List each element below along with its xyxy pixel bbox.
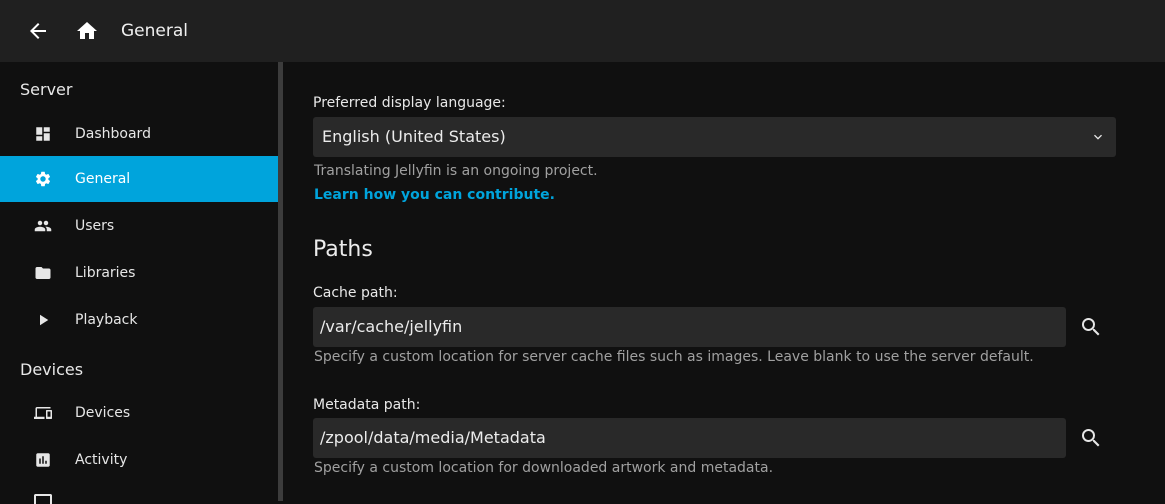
cache-path-label: Cache path: [313, 285, 398, 301]
main-content: Preferred display language: English (Uni… [283, 62, 1165, 501]
sidebar-item-label: Dashboard [75, 126, 151, 142]
people-icon [34, 217, 52, 235]
cache-path-input[interactable]: /var/cache/jellyfin [313, 307, 1066, 347]
language-select[interactable]: English (United States) [313, 117, 1116, 157]
folder-icon [34, 264, 52, 282]
dashboard-icon [34, 125, 52, 143]
metadata-path-browse-button[interactable] [1079, 426, 1103, 450]
sidebar-item-label: Devices [75, 405, 131, 421]
paths-heading: Paths [313, 237, 373, 262]
sidebar-item-label: Playback [75, 312, 138, 328]
metadata-path-input[interactable]: /zpool/data/media/Metadata [313, 418, 1066, 458]
language-help-text: Translating Jellyfin is an ongoing proje… [314, 163, 598, 179]
home-button[interactable] [75, 19, 99, 43]
sidebar-item-label: General [75, 171, 131, 187]
sidebar-item-users[interactable]: Users [0, 203, 278, 249]
cache-path-browse-button[interactable] [1079, 315, 1103, 339]
language-select-value: English (United States) [322, 127, 506, 146]
sidebar-section-devices: Devices [20, 360, 84, 379]
gear-icon [34, 170, 52, 188]
search-icon [1082, 318, 1100, 336]
metadata-path-label: Metadata path: [313, 397, 421, 413]
sidebar-item-devices[interactable]: Devices [0, 390, 278, 436]
cache-path-value: /var/cache/jellyfin [320, 317, 463, 336]
search-icon [1082, 429, 1100, 447]
contribute-link[interactable]: Learn how you can contribute. [314, 185, 555, 205]
sidebar-item-label: Activity [75, 452, 128, 468]
devices-icon [34, 404, 52, 422]
metadata-path-value: /zpool/data/media/Metadata [320, 428, 546, 447]
sidebar-section-server: Server [20, 80, 73, 99]
metadata-path-help-text: Specify a custom location for downloaded… [314, 460, 774, 476]
sidebar-item-playback[interactable]: Playback [0, 297, 278, 343]
sidebar-item-dashboard[interactable]: Dashboard [0, 111, 278, 157]
page-title: General [121, 21, 188, 41]
sidebar-item-label: Libraries [75, 265, 136, 281]
sidebar-item-libraries[interactable]: Libraries [0, 250, 278, 296]
sidebar: Server Dashboard General Users Libraries… [0, 62, 278, 504]
sidebar-item-label: Users [75, 218, 115, 234]
partial-icon [34, 494, 52, 504]
play-icon [34, 311, 52, 329]
sidebar-item-activity[interactable]: Activity [0, 437, 278, 483]
cache-path-help-text: Specify a custom location for server cac… [314, 349, 1034, 365]
arrow-back-icon [30, 23, 46, 39]
bar-chart-icon [34, 451, 52, 469]
home-icon [77, 22, 97, 39]
chevron-down-icon [1090, 129, 1106, 145]
sidebar-item-general[interactable]: General [0, 156, 278, 202]
back-button[interactable] [26, 19, 50, 43]
language-label: Preferred display language: [313, 95, 506, 111]
app-header: General [0, 0, 1165, 62]
